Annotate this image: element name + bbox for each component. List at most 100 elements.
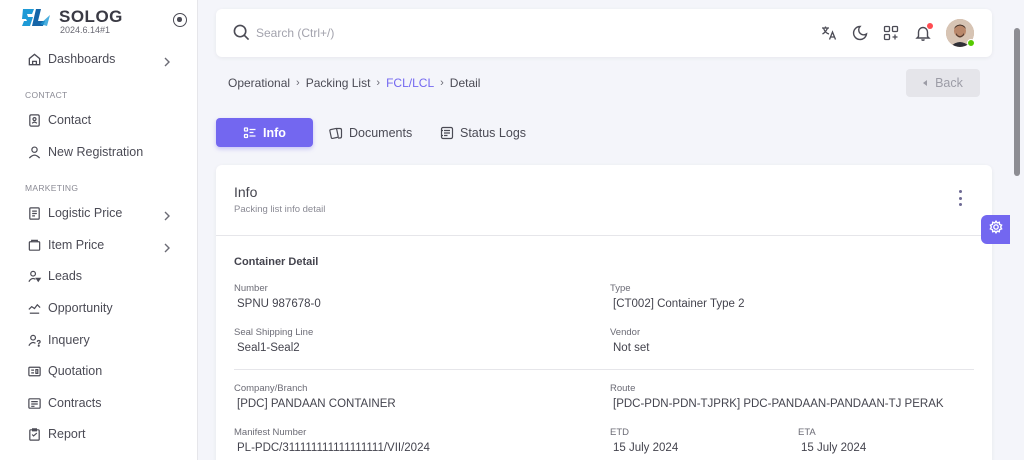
theme-moon-icon[interactable]	[850, 23, 870, 43]
more-options-icon[interactable]	[955, 190, 965, 206]
brand-name: SOLOG	[59, 7, 123, 26]
sidebar-section-marketing: MARKETING	[25, 183, 79, 193]
sidebar-item-label: New Registration	[48, 145, 144, 159]
breadcrumb: Operational › Packing List › FCL/LCL › D…	[228, 76, 480, 90]
breadcrumb-separator: ›	[440, 77, 444, 89]
card-subtitle: Packing list info detail	[234, 204, 326, 215]
seal-shipping-line-value: Seal1-Seal2	[237, 342, 300, 354]
sidebar: SOLOG 2024.6.14#1 Dashboards CONTACT Con…	[0, 0, 198, 460]
tab-label: Documents	[349, 125, 413, 140]
top-navbar	[216, 9, 992, 57]
breadcrumb-separator: ›	[376, 77, 381, 89]
breadcrumb-separator: ›	[296, 77, 300, 89]
tab-label: Info	[263, 125, 286, 140]
sidebar-item-label: Leads	[48, 269, 83, 283]
type-value: [CT002] Container Type 2	[613, 298, 745, 310]
status-logs-icon	[440, 126, 454, 140]
sidebar-section-contact: CONTACT	[25, 90, 68, 100]
inquery-icon	[26, 332, 42, 348]
notification-badge	[927, 23, 933, 29]
vendor-label: Vendor	[610, 327, 641, 338]
stack-icon	[26, 237, 42, 253]
number-value: SPNU 987678-0	[237, 298, 321, 310]
manifest-number-label: Manifest Number	[234, 427, 307, 438]
breadcrumb-item-packing-list[interactable]: Packing List	[306, 76, 371, 90]
manifest-number-value: PL-PDC/311111111111111111/VII/2024	[237, 442, 430, 454]
sidebar-item-logistic-price[interactable]: Logistic Price	[0, 198, 198, 228]
breadcrumb-item-detail: Detail	[449, 76, 481, 90]
list-icon	[26, 205, 42, 221]
tab-documents[interactable]: Documents	[329, 118, 412, 147]
gear-icon	[988, 219, 1004, 240]
route-label: Route	[610, 383, 636, 394]
caret-left-icon	[923, 80, 928, 86]
search-icon[interactable]	[233, 24, 250, 46]
shortcuts-icon[interactable]	[881, 23, 901, 43]
tab-status-logs[interactable]: Status Logs	[440, 118, 526, 147]
sidebar-item-label: Quotation	[48, 364, 103, 378]
breadcrumb-item-operational[interactable]: Operational	[228, 76, 290, 90]
solog-logo	[20, 7, 52, 37]
sidebar-item-label: Contact	[48, 113, 92, 127]
back-button[interactable]: Back	[906, 69, 980, 97]
company-branch-value: [PDC] PANDAAN CONTAINER	[237, 398, 396, 410]
brand[interactable]: SOLOG 2024.6.14#1	[0, 0, 197, 44]
company-branch-label: Company/Branch	[234, 383, 308, 394]
sidebar-collapse-toggle[interactable]	[173, 13, 187, 27]
sidebar-item-quotation[interactable]: Quotation	[0, 356, 198, 386]
section-title-container-detail: Container Detail	[234, 256, 319, 268]
seal-shipping-line-label: Seal Shipping Line	[234, 327, 314, 338]
online-status-dot	[967, 39, 975, 47]
sidebar-item-label: Contracts	[48, 396, 102, 410]
opportunity-icon	[26, 300, 42, 316]
sidebar-item-contracts[interactable]: Contracts	[0, 388, 198, 418]
theme-settings-button[interactable]	[981, 215, 1010, 244]
sidebar-item-label: Dashboards	[48, 52, 116, 66]
route-value: [PDC-PDN-PDN-TJPRK] PDC-PANDAAN-PANDAAN-…	[613, 398, 944, 410]
sidebar-item-item-price[interactable]: Item Price	[0, 230, 198, 260]
etd-label: ETD	[610, 427, 629, 438]
sidebar-item-inquery[interactable]: Inquery	[0, 325, 198, 355]
info-card: Info Packing list info detail Container …	[216, 165, 992, 460]
translate-icon[interactable]	[819, 23, 839, 43]
user-icon	[26, 144, 42, 160]
card-title: Info	[234, 184, 258, 200]
vendor-value: Not set	[613, 342, 650, 354]
eta-label: ETA	[798, 427, 816, 438]
etd-value: 15 July 2024	[613, 442, 679, 454]
search-input[interactable]	[256, 23, 556, 43]
section-divider	[234, 369, 974, 370]
leads-icon	[26, 268, 42, 284]
back-button-label: Back	[935, 76, 963, 90]
type-label: Type	[610, 283, 631, 294]
sidebar-item-report[interactable]: Report	[0, 419, 198, 449]
chevron-right-icon	[163, 240, 171, 258]
breadcrumb-item-fcl-lcl[interactable]: FCL/LCL	[386, 76, 434, 90]
contracts-icon	[26, 395, 42, 411]
sidebar-item-label: Opportunity	[48, 301, 113, 315]
sidebar-item-dashboards[interactable]: Dashboards	[0, 44, 198, 74]
contact-icon	[26, 112, 42, 128]
sidebar-item-label: Logistic Price	[48, 206, 123, 220]
sidebar-item-leads[interactable]: Leads	[0, 261, 198, 291]
chevron-right-icon	[163, 54, 171, 72]
scrollbar-thumb[interactable]	[1014, 28, 1020, 176]
tab-info[interactable]: Info	[216, 118, 313, 147]
home-icon	[26, 51, 42, 67]
info-list-icon	[243, 126, 257, 140]
sidebar-item-contact[interactable]: Contact	[0, 105, 198, 135]
sidebar-item-label: Report	[48, 427, 86, 441]
report-icon	[26, 426, 42, 442]
sidebar-item-new-registration[interactable]: New Registration	[0, 137, 198, 167]
documents-icon	[329, 126, 343, 140]
card-divider	[216, 235, 992, 236]
sidebar-item-opportunity[interactable]: Opportunity	[0, 293, 198, 323]
tab-label: Status Logs	[460, 125, 527, 140]
sidebar-item-label: Item Price	[48, 238, 105, 252]
brand-version: 2024.6.14#1	[60, 25, 111, 35]
sidebar-item-label: Inquery	[48, 333, 90, 347]
chevron-right-icon	[163, 208, 171, 226]
eta-value: 15 July 2024	[801, 442, 867, 454]
number-label: Number	[234, 283, 268, 294]
quotation-icon	[26, 363, 42, 379]
